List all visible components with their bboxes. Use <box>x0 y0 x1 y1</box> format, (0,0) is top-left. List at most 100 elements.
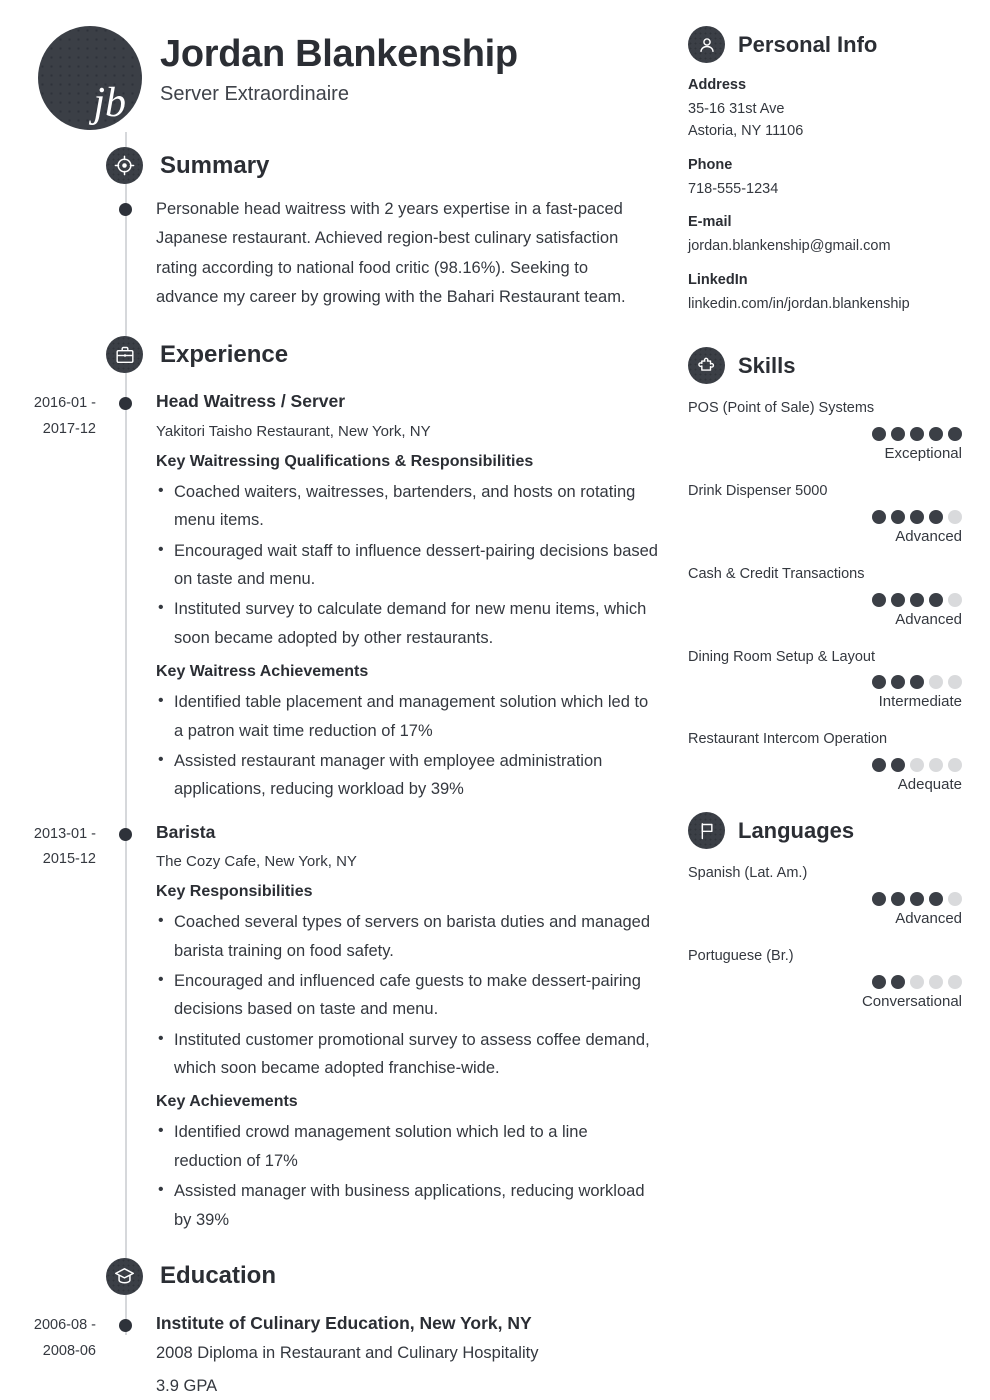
resume-header: jb Jordan Blankenship Server Extraordina… <box>0 0 680 130</box>
timeline-node-dot <box>119 1318 132 1332</box>
entry-organization: Yakitori Taisho Restaurant, New York, NY <box>156 422 431 440</box>
info-value[interactable]: 718-555-1234 <box>688 178 962 200</box>
entry-subheading: Key Waitress Achievements <box>156 663 369 681</box>
info-value: 35-16 31st Ave <box>688 101 785 117</box>
experience-entry: 2013-01 - 2015-12 Barista The Cozy Cafe,… <box>0 820 680 1234</box>
rating-dot-filled <box>872 758 886 773</box>
language-rating-dots <box>688 974 962 989</box>
entry-body: Head Waitress / Server Yakitori Taisho R… <box>156 389 680 803</box>
puzzle-piece-icon <box>688 347 725 385</box>
entry-dates: 2013-01 - 2015-12 <box>0 822 96 874</box>
education-section: Education 2006-08 - 2008-06 Institute of… <box>0 1257 680 1400</box>
summary-heading: Summary <box>160 151 270 179</box>
rating-dot-filled <box>929 592 943 607</box>
linkedin-value[interactable]: linkedin.com/in/jordan.blankenship <box>688 293 962 315</box>
language-level-label: Advanced <box>895 909 962 927</box>
rating-dot-filled <box>891 509 905 524</box>
language-level-label: Conversational <box>861 992 962 1010</box>
rating-dot-filled <box>929 427 943 442</box>
entry-subheading: Key Achievements <box>156 1093 298 1111</box>
entry-bullet-list: Identified table placement and managemen… <box>156 687 660 804</box>
entry-subheading: Key Responsibilities <box>156 883 313 901</box>
info-label: LinkedIn <box>688 271 748 288</box>
job-title: Server Extraordinaire <box>160 82 349 105</box>
entry-subheading: Key Waitressing Qualifications & Respons… <box>156 452 534 470</box>
bullet-item: Coached several types of servers on bari… <box>156 907 660 965</box>
graduation-cap-icon <box>106 1257 143 1295</box>
timeline-node-dot <box>119 203 132 216</box>
rating-dot-empty <box>948 758 962 773</box>
summary-heading-row: Summary <box>106 147 680 184</box>
skill-rating-dots <box>688 509 962 524</box>
languages-heading: Languages <box>738 817 855 843</box>
entry-date-end: 2008-06 <box>42 1342 96 1359</box>
rating-dot-empty <box>948 974 962 989</box>
entry-body: Institute of Culinary Education, New Yor… <box>156 1311 680 1400</box>
experience-section: Experience 2016-01 - 2017-12 Head Waitre… <box>0 336 680 1234</box>
entry-date-start: 2013-01 - <box>33 825 96 842</box>
info-block-linkedin: LinkedIn linkedin.com/in/jordan.blankens… <box>688 272 962 315</box>
language-item: Spanish (Lat. Am.) Advanced <box>688 863 962 927</box>
rating-dot-filled <box>891 891 905 906</box>
education-entry: 2006-08 - 2008-06 Institute of Culinary … <box>0 1311 680 1400</box>
rating-dot-empty <box>929 675 943 690</box>
rating-dot-empty <box>929 758 943 773</box>
experience-heading: Experience <box>160 340 289 368</box>
skill-level-label: Advanced <box>895 610 962 628</box>
rating-dot-empty <box>929 974 943 989</box>
personal-info-section: Personal Info Address 35-16 31st Ave Ast… <box>688 26 962 315</box>
rating-dot-filled <box>872 974 886 989</box>
skills-heading-row: Skills <box>688 347 962 385</box>
info-block-address: Address 35-16 31st Ave Astoria, NY 11106 <box>688 77 962 143</box>
left-column: jb Jordan Blankenship Server Extraordina… <box>0 0 680 1400</box>
skill-item: POS (Point of Sale) Systems Exceptional <box>688 398 962 462</box>
right-sidebar: Personal Info Address 35-16 31st Ave Ast… <box>680 0 990 1400</box>
info-block-email: E-mail jordan.blankenship@gmail.com <box>688 214 962 257</box>
school-name: Institute of Culinary Education, New Yor… <box>156 1312 532 1333</box>
rating-dot-filled <box>910 509 924 524</box>
entry-bullet-list: Coached several types of servers on bari… <box>156 907 660 1083</box>
rating-dot-filled <box>891 592 905 607</box>
entry-date-end: 2015-12 <box>42 851 96 868</box>
personal-info-heading: Personal Info <box>738 31 878 57</box>
avatar-initials: jb <box>93 80 126 126</box>
entry-bullet-list: Coached waiters, waitresses, bartenders,… <box>156 477 660 652</box>
rating-dot-filled <box>910 675 924 690</box>
entry-date-end: 2017-12 <box>42 421 96 438</box>
rating-dot-empty <box>948 509 962 524</box>
email-value[interactable]: jordan.blankenship@gmail.com <box>688 235 962 257</box>
rating-dot-empty <box>948 891 962 906</box>
skill-level-label: Adequate <box>897 776 962 794</box>
rating-dot-filled <box>872 427 886 442</box>
rating-dot-empty <box>910 974 924 989</box>
languages-heading-row: Languages <box>688 812 962 850</box>
rating-dot-filled <box>872 675 886 690</box>
experience-entry: 2016-01 - 2017-12 Head Waitress / Server… <box>0 389 680 803</box>
rating-dot-filled <box>910 592 924 607</box>
bullet-item: Coached waiters, waitresses, bartenders,… <box>156 477 660 535</box>
entry-organization: The Cozy Cafe, New York, NY <box>156 853 357 871</box>
skill-rating-dots <box>688 592 962 607</box>
bullet-item: Instituted customer promotional survey t… <box>156 1025 660 1083</box>
skill-name: Cash & Credit Transactions <box>688 565 865 582</box>
summary-text: Personable head waitress with 2 years ex… <box>156 200 626 307</box>
rating-dot-empty <box>948 675 962 690</box>
language-name: Portuguese (Br.) <box>688 947 794 964</box>
bullet-item: Encouraged wait staff to influence desse… <box>156 536 660 594</box>
personal-info-heading-row: Personal Info <box>688 26 962 63</box>
bullet-item: Encouraged and influenced cafe guests to… <box>156 966 660 1024</box>
rating-dot-filled <box>929 891 943 906</box>
skill-level-label: Intermediate <box>878 693 962 711</box>
skill-item: Restaurant Intercom Operation Adequate <box>688 729 962 793</box>
skill-name: Restaurant Intercom Operation <box>688 731 888 748</box>
rating-dot-filled <box>891 974 905 989</box>
language-item: Portuguese (Br.) Conversational <box>688 946 962 1010</box>
rating-dot-filled <box>872 592 886 607</box>
bullet-item: Assisted manager with business applicati… <box>156 1176 660 1234</box>
briefcase-icon <box>106 336 143 374</box>
bullet-item: Instituted survey to calculate demand fo… <box>156 594 660 652</box>
entry-role: Barista <box>156 821 216 842</box>
entry-dates: 2006-08 - 2008-06 <box>0 1313 96 1365</box>
rating-dot-filled <box>891 675 905 690</box>
avatar: jb <box>38 26 142 130</box>
